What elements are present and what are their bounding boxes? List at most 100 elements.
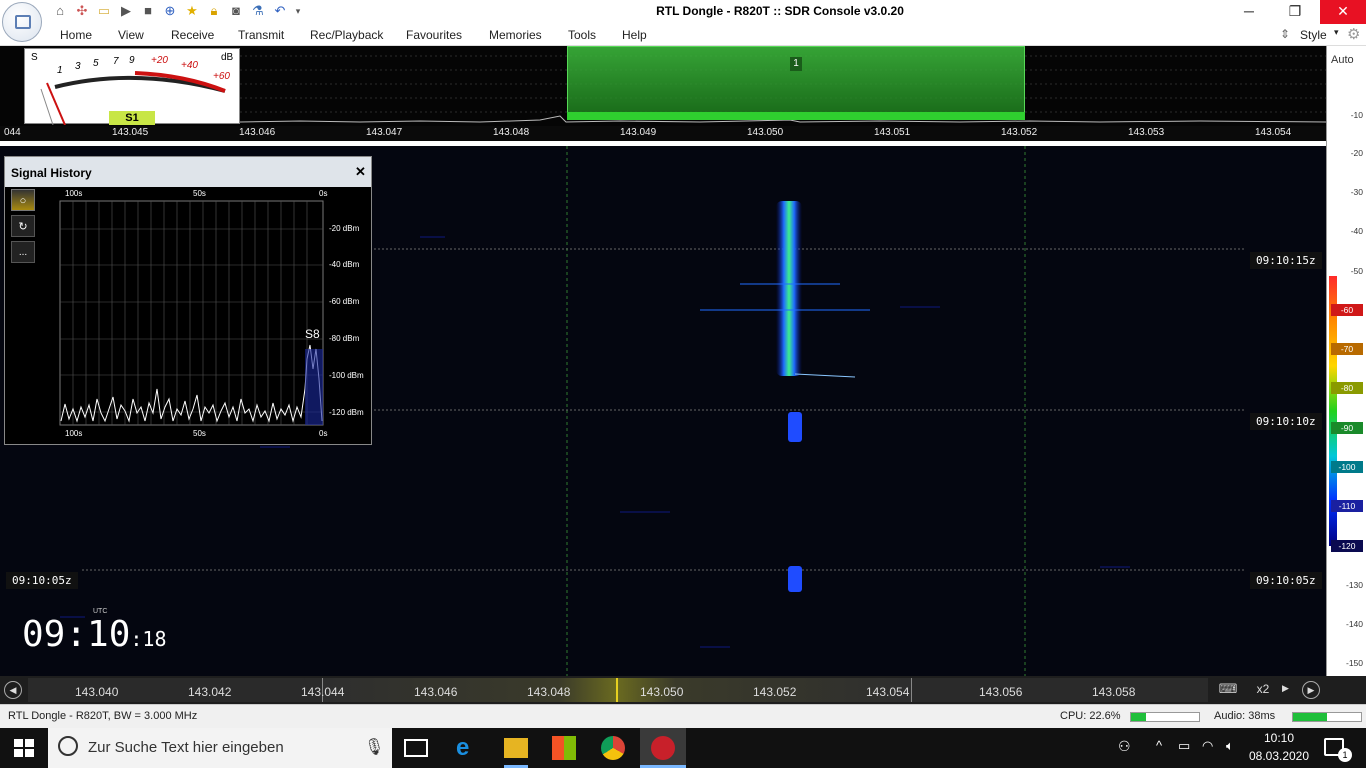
- bottom-freq-tick: 143.048: [527, 685, 571, 699]
- bottom-freq-tick: 143.050: [640, 685, 684, 699]
- keyboard-icon[interactable]: ⌨: [1214, 681, 1242, 699]
- s-meter: S dB 1 3 5 7 9 +20 +40 +60 S1: [24, 48, 240, 125]
- taskbar-date[interactable]: 08.03.2020: [1248, 749, 1310, 763]
- tab-receive[interactable]: Receive: [171, 28, 214, 42]
- status-cpu: CPU: 22.6%: [1060, 710, 1121, 722]
- minimize-button[interactable]: ─: [1226, 0, 1272, 24]
- db-color-tick: -80: [1331, 382, 1363, 394]
- freq-tick: 143.048: [493, 127, 530, 138]
- s-tick: +20: [151, 55, 168, 66]
- db-color-tick: -120: [1331, 540, 1363, 552]
- windows-taskbar: Zur Suche Text hier eingeben 🎙︎ e ⚇ ^ ▭ …: [0, 728, 1366, 768]
- spectrum-display[interactable]: 1 S dB 1 3 5 7 9 +20 +40 +60 S1: [0, 46, 1326, 126]
- s-meter-s-label: S: [31, 52, 38, 63]
- taskbar-search-box[interactable]: Zur Suche Text hier eingeben 🎙︎: [48, 728, 392, 768]
- bottom-freq-tick: 143.042: [188, 685, 232, 699]
- dbm-label: -20 dBm: [329, 224, 360, 233]
- signal-history-header[interactable]: Signal History ✕: [5, 157, 371, 187]
- status-bar: RTL Dongle - R820T, BW = 3.000 MHz CPU: …: [0, 704, 1366, 728]
- tab-tools[interactable]: Tools: [568, 28, 596, 42]
- frequency-navigation-bar[interactable]: ◀ 143.040 143.042 143.044 143.046 143.04…: [0, 676, 1366, 704]
- title-bar: RTL Dongle - R820T :: SDR Console v3.0.2…: [0, 0, 1366, 24]
- zoom-select[interactable]: x2: [1248, 682, 1278, 700]
- file-explorer-icon[interactable]: [504, 738, 528, 758]
- history-bottom-label: 50s: [193, 429, 206, 438]
- flask-icon[interactable]: ⚗: [250, 3, 266, 19]
- status-device: RTL Dongle - R820T, BW = 3.000 MHz: [8, 710, 198, 722]
- clock-hours-minutes: 09:10: [22, 614, 131, 655]
- zoom-dropdown-icon[interactable]: ▶: [1282, 683, 1289, 694]
- star-icon[interactable]: ★: [184, 3, 200, 19]
- db-tick: -50: [1350, 266, 1363, 276]
- style-updown-icon[interactable]: ⇕: [1280, 27, 1290, 41]
- s-tick: +60: [213, 71, 230, 82]
- folder-icon[interactable]: ▭: [96, 3, 112, 19]
- db-color-tick: -70: [1331, 343, 1363, 355]
- scroll-left-button[interactable]: ◀: [4, 681, 22, 699]
- gear-icon[interactable]: ⚙: [1347, 25, 1360, 43]
- battery-icon[interactable]: ▭: [1178, 738, 1190, 754]
- sdr-console-taskbar-item[interactable]: [640, 728, 686, 768]
- waterfall-time-label: 09:10:10z: [1250, 413, 1322, 430]
- cpu-meter-fill: [1131, 713, 1147, 721]
- dbm-label: -80 dBm: [329, 334, 360, 343]
- freq-tick: 143.052: [1001, 127, 1038, 138]
- tab-rec-playback[interactable]: Rec/Playback: [310, 28, 383, 42]
- s-meter-db-label: dB: [221, 52, 234, 63]
- scroll-right-button[interactable]: ▶: [1302, 681, 1320, 699]
- stop-icon[interactable]: ■: [140, 3, 156, 19]
- edge-icon[interactable]: e: [456, 734, 469, 762]
- chevron-up-icon[interactable]: ^: [1156, 738, 1162, 753]
- settings-icon[interactable]: ✣: [74, 3, 90, 19]
- bottom-freq-tick: 143.046: [414, 685, 458, 699]
- db-scale[interactable]: Auto -10 -20 -30 -40 -50 -60 -70 -80 -90…: [1326, 46, 1366, 676]
- history-mode-button[interactable]: ○: [11, 189, 35, 211]
- notification-count-badge: 1: [1338, 748, 1352, 762]
- tab-view[interactable]: View: [118, 28, 144, 42]
- history-top-label: 100s: [65, 189, 83, 198]
- style-menu[interactable]: Style: [1300, 28, 1327, 42]
- tab-transmit[interactable]: Transmit: [238, 28, 284, 42]
- microphone-icon[interactable]: 🎙︎: [364, 737, 384, 757]
- style-dropdown-icon[interactable]: ▾: [1334, 27, 1339, 38]
- auto-button[interactable]: Auto: [1331, 54, 1354, 66]
- task-view-icon[interactable]: [404, 739, 428, 757]
- more-button[interactable]: ...: [11, 241, 35, 263]
- restore-button[interactable]: ❐: [1272, 0, 1318, 24]
- taskbar-time[interactable]: 10:10: [1252, 731, 1306, 745]
- freq-tick: 143.046: [239, 127, 276, 138]
- app-menu-button[interactable]: [2, 2, 42, 42]
- signal-history-close-button[interactable]: ✕: [355, 164, 366, 180]
- freq-tick: 143.054: [1255, 127, 1292, 138]
- db-tick: -140: [1345, 619, 1363, 629]
- dropdown-icon[interactable]: ▾: [290, 3, 306, 19]
- reset-icon[interactable]: ↻: [11, 215, 35, 237]
- chrome-icon[interactable]: [601, 736, 625, 760]
- camera-icon[interactable]: ◙: [228, 3, 244, 19]
- db-tick: -10: [1350, 110, 1363, 120]
- add-icon[interactable]: ⊕: [162, 3, 178, 19]
- freq-tick: 143.050: [747, 127, 784, 138]
- s-tick: 5: [93, 58, 99, 69]
- tab-favourites[interactable]: Favourites: [406, 28, 462, 42]
- signal-history-body: ○ ↻ ... 100s 50s 0s 100s 50s 0s -20 dBm …: [5, 187, 371, 444]
- undo-icon[interactable]: ↶: [272, 3, 288, 19]
- filter-bottom-bar: [567, 112, 1025, 120]
- tab-help[interactable]: Help: [622, 28, 647, 42]
- people-icon[interactable]: ⚇: [1118, 738, 1131, 755]
- volume-icon[interactable]: 🔈︎: [1226, 738, 1234, 754]
- windows-start-icon[interactable]: [14, 739, 34, 757]
- dbm-label: -120 dBm: [329, 408, 364, 417]
- history-s-reading: S8: [305, 327, 320, 341]
- search-icon: [58, 736, 78, 756]
- tab-memories[interactable]: Memories: [489, 28, 542, 42]
- close-button[interactable]: ✕: [1320, 0, 1366, 24]
- play-icon[interactable]: ▶: [118, 3, 134, 19]
- audio-meter: [1292, 712, 1362, 722]
- utc-clock: 09:10:18: [22, 614, 167, 655]
- lock-icon[interactable]: 🔒︎: [206, 3, 222, 19]
- tab-home[interactable]: Home: [60, 28, 92, 42]
- wifi-icon[interactable]: ◠: [1202, 738, 1213, 754]
- store-icon[interactable]: [552, 736, 576, 760]
- home-icon[interactable]: ⌂: [52, 3, 68, 19]
